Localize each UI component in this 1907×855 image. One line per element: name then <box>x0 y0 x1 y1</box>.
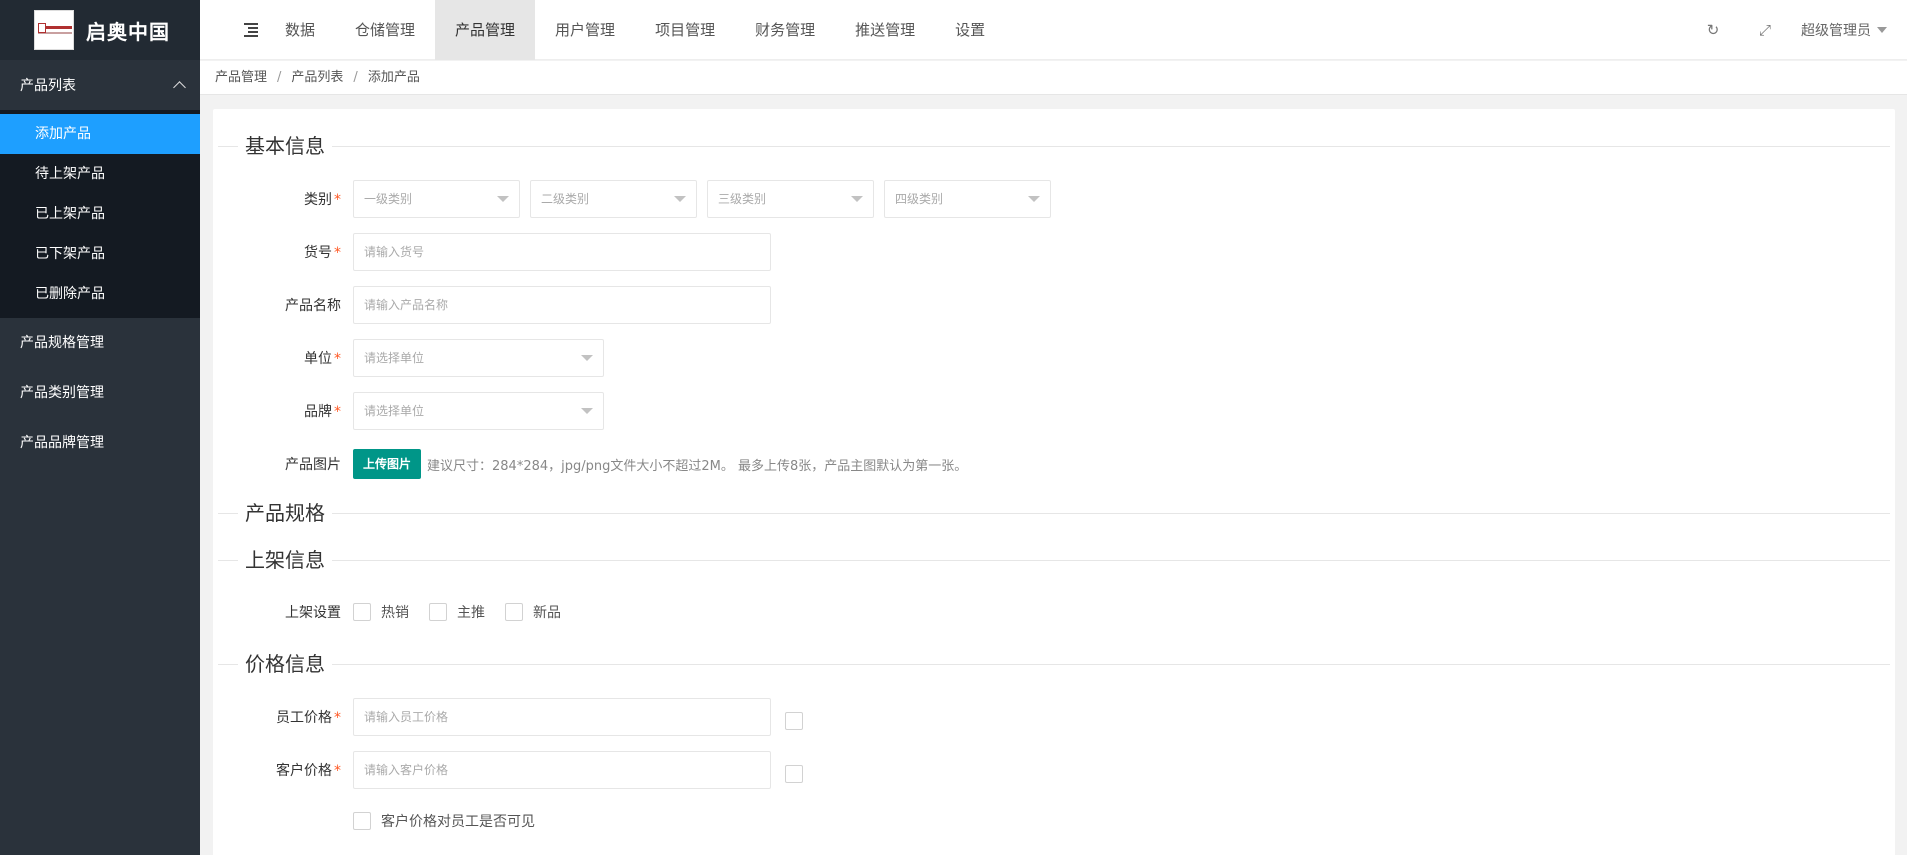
breadcrumb-item[interactable]: 产品列表 <box>291 70 343 85</box>
user-name: 超级管理员 <box>1801 23 1871 39</box>
featured-checkbox[interactable]: 主推 <box>429 602 485 622</box>
new-product-checkbox[interactable]: 新品 <box>505 602 561 622</box>
sidebar-item-add-product[interactable]: 添加产品 <box>0 114 200 154</box>
customer-price-visible-checkbox[interactable]: 客户价格对员工是否可见 <box>353 811 535 831</box>
tab-warehouse[interactable]: 仓储管理 <box>335 0 435 60</box>
refresh-icon[interactable]: ↻ <box>1687 0 1739 60</box>
name-label: 产品名称 <box>285 298 341 314</box>
customer-price-row: 客户价格 * 请输入客户价格 <box>213 751 803 789</box>
header-right: ↻ ⤢ 超级管理员 <box>1687 0 1907 60</box>
tab-products[interactable]: 产品管理 <box>435 0 536 60</box>
logo-icon <box>34 10 74 50</box>
upload-image-button[interactable]: 上传图片 <box>353 449 422 479</box>
sidebar-group-product-list[interactable]: 产品列表 <box>0 60 200 110</box>
unit-select[interactable]: 请选择单位 <box>353 339 604 377</box>
breadcrumb-item[interactable]: 产品管理 <box>215 70 267 85</box>
visibility-row: 客户价格对员工是否可见 <box>213 802 555 840</box>
product-name-input[interactable]: 请输入产品名称 <box>353 286 771 324</box>
unit-label: 单位 <box>304 351 332 367</box>
category-level2-select[interactable]: 二级类别 <box>530 180 697 218</box>
sidebar-submenu: 添加产品 待上架产品 已上架产品 已下架产品 已删除产品 <box>0 110 200 318</box>
customer-price-label: 客户价格 <box>276 763 332 779</box>
menu-toggle-icon[interactable] <box>244 23 258 37</box>
section-spec: 产品规格 <box>218 498 1890 528</box>
section-title: 基本信息 <box>238 131 332 161</box>
tab-push[interactable]: 推送管理 <box>835 0 935 60</box>
caret-down-icon <box>581 408 593 414</box>
section-price: 价格信息 <box>218 649 1890 679</box>
customer-price-checkbox[interactable] <box>785 765 803 783</box>
sidebar-group-label: 产品列表 <box>20 78 76 94</box>
chevron-up-icon <box>173 81 186 94</box>
image-label: 产品图片 <box>285 457 341 473</box>
breadcrumb-item-current: 添加产品 <box>367 70 420 85</box>
sidebar-item-category-management[interactable]: 产品类别管理 <box>0 368 200 418</box>
form-card: 基本信息 类别 * 一级类别 二级类别 三级类别 四级类别 货号 * 请输入货号 产… <box>213 109 1895 855</box>
caret-down-icon <box>674 196 686 202</box>
staff-price-label: 员工价格 <box>276 710 332 726</box>
top-header: 数据 仓储管理 产品管理 用户管理 项目管理 财务管理 推送管理 设置 ↻ ⤢ … <box>200 0 1907 60</box>
category-level4-select[interactable]: 四级类别 <box>884 180 1051 218</box>
sku-row: 货号 * 请输入货号 <box>213 233 771 271</box>
listing-settings-row: 上架设置 热销 主推 新品 <box>213 593 581 631</box>
caret-down-icon <box>1028 196 1040 202</box>
section-title: 上架信息 <box>238 545 332 575</box>
brand-select[interactable]: 请选择单位 <box>353 392 604 430</box>
brand-label: 品牌 <box>304 404 332 420</box>
staff-price-row: 员工价格 * 请输入员工价格 <box>213 698 803 736</box>
tab-users[interactable]: 用户管理 <box>535 0 635 60</box>
tab-finance[interactable]: 财务管理 <box>735 0 835 60</box>
sku-input[interactable]: 请输入货号 <box>353 233 771 271</box>
sidebar-item-spec-management[interactable]: 产品规格管理 <box>0 318 200 368</box>
staff-price-input[interactable]: 请输入员工价格 <box>353 698 771 736</box>
listing-settings-label: 上架设置 <box>285 605 341 621</box>
sidebar-item-listed-products[interactable]: 已上架产品 <box>0 194 200 234</box>
sidebar-item-deleted-products[interactable]: 已删除产品 <box>0 274 200 314</box>
sidebar-item-pending-products[interactable]: 待上架产品 <box>0 154 200 194</box>
logo-text: 启奥中国 <box>86 19 170 44</box>
section-listing: 上架信息 <box>218 545 1890 575</box>
sidebar: 启奥中国 产品列表 添加产品 待上架产品 已上架产品 已下架产品 已删除产品 产… <box>0 0 200 855</box>
section-basic: 基本信息 <box>218 131 1890 161</box>
brand-row: 品牌 * 请选择单位 <box>213 392 614 430</box>
hot-sale-checkbox[interactable]: 热销 <box>353 602 409 622</box>
tab-settings[interactable]: 设置 <box>935 0 1005 60</box>
sku-label: 货号 <box>304 245 332 261</box>
caret-down-icon <box>851 196 863 202</box>
customer-price-input[interactable]: 请输入客户价格 <box>353 751 771 789</box>
caret-down-icon <box>497 196 509 202</box>
caret-down-icon <box>581 355 593 361</box>
upload-hint: 建议尺寸：284*284，jpg/png文件大小不超过2M。 最多上传8张，产品… <box>427 458 968 474</box>
logo-area: 启奥中国 <box>0 0 200 60</box>
fullscreen-icon[interactable]: ⤢ <box>1739 0 1791 60</box>
image-row: 产品图片 上传图片 建议尺寸：284*284，jpg/png文件大小不超过2M。… <box>213 445 967 483</box>
category-level1-select[interactable]: 一级类别 <box>353 180 520 218</box>
sidebar-item-delisted-products[interactable]: 已下架产品 <box>0 234 200 274</box>
tab-data[interactable]: 数据 <box>265 0 335 60</box>
tab-projects[interactable]: 项目管理 <box>635 0 735 60</box>
category-row: 类别 * 一级类别 二级类别 三级类别 四级类别 <box>213 180 1061 218</box>
category-level3-select[interactable]: 三级类别 <box>707 180 874 218</box>
breadcrumb: 产品管理 / 产品列表 / 添加产品 <box>200 61 1907 95</box>
top-nav: 数据 仓储管理 产品管理 用户管理 项目管理 财务管理 推送管理 设置 <box>265 0 1005 60</box>
category-label: 类别 <box>304 192 332 208</box>
section-title: 价格信息 <box>238 649 332 679</box>
staff-price-checkbox[interactable] <box>785 712 803 730</box>
caret-down-icon <box>1877 27 1887 33</box>
user-menu[interactable]: 超级管理员 <box>1791 20 1907 40</box>
unit-row: 单位 * 请选择单位 <box>213 339 614 377</box>
name-row: 产品名称 请输入产品名称 <box>213 286 771 324</box>
sidebar-item-brand-management[interactable]: 产品品牌管理 <box>0 418 200 468</box>
section-title: 产品规格 <box>238 498 332 528</box>
